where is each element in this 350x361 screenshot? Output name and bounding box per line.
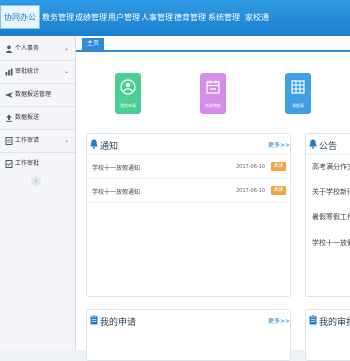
- sidebar-item-label: 审批统计: [15, 68, 40, 75]
- plane-icon: [5, 92, 13, 98]
- sidebar-item-data-report-mgmt[interactable]: 数据报送管理: [0, 84, 75, 106]
- nav-academic[interactable]: 教务管理: [42, 0, 74, 36]
- sidebar-item-label: 数据报送管理: [15, 91, 52, 98]
- notice-item-text[interactable]: 学校十一放假通知: [92, 163, 140, 172]
- clipboard-icon: [90, 315, 98, 325]
- table-icon: [291, 80, 305, 94]
- sidebar-item-work-request[interactable]: 工作审请 ⌄: [0, 130, 75, 152]
- clipboard-icon: [309, 315, 317, 325]
- my-applications-more-link[interactable]: 更多>>: [268, 316, 290, 325]
- tile-my-applications[interactable]: 我的申请: [115, 73, 141, 114]
- sidebar-item-approval-stats[interactable]: 审批统计 ⌄: [0, 61, 75, 83]
- nav-users[interactable]: 用户管理: [108, 0, 140, 36]
- divider: [87, 202, 288, 203]
- person-icon: [6, 45, 12, 53]
- person-doc-icon: [120, 79, 136, 95]
- my-approvals-title: 我的审批: [319, 318, 350, 328]
- my-applications-title: 我的申请: [100, 318, 137, 328]
- announcement-item[interactable]: 暑假寒假工作: [312, 212, 350, 222]
- tile-label: 待我审批: [205, 103, 221, 108]
- tile-timetable[interactable]: 课程表: [285, 73, 311, 114]
- tab-home[interactable]: 主页: [82, 38, 104, 50]
- sidebar-item-personal[interactable]: 个人事务 ⌄: [0, 38, 75, 60]
- tile-label: 课程表: [292, 103, 304, 108]
- notice-more-link[interactable]: 更多>>: [268, 140, 290, 149]
- announcement-title: 公告: [319, 142, 338, 152]
- notice-item-date: 2017-06-10: [236, 164, 266, 170]
- bell-icon: [90, 139, 98, 149]
- tab-strip: [76, 36, 350, 52]
- announcement-item[interactable]: 高考满分作文: [312, 162, 350, 172]
- sidebar-item-work-approval[interactable]: 工作审批: [0, 153, 75, 175]
- notice-item-date: 2017-06-10: [236, 188, 266, 194]
- sidebar-item-label: 工作审请: [15, 137, 40, 144]
- sidebar-item-label: 个人事务: [15, 45, 40, 52]
- notice-item-text[interactable]: 学校十一放假通知: [92, 187, 140, 196]
- chart-icon: [5, 68, 13, 76]
- chevron-down-icon: ⌄: [64, 137, 70, 144]
- sidebar-item-label: 数据报送: [15, 114, 40, 121]
- nav-hr[interactable]: 人事管理: [141, 0, 173, 36]
- announcement-item[interactable]: 学校十一放假: [312, 238, 350, 248]
- divider: [87, 154, 288, 155]
- calendar-icon: [206, 80, 220, 94]
- upload-icon: [6, 114, 12, 122]
- nav-home-school[interactable]: 家校通: [245, 0, 269, 36]
- unread-badge: 未读: [271, 186, 286, 195]
- nav-moral[interactable]: 德育管理: [174, 0, 206, 36]
- chevron-down-icon: ⌄: [64, 68, 70, 75]
- notice-panel: [86, 133, 291, 297]
- sidebar-item-label: 工作审批: [15, 160, 40, 167]
- divider: [306, 154, 350, 155]
- nav-system[interactable]: 系统管理: [208, 0, 240, 36]
- sidebar-item-data-report[interactable]: 数据报送: [0, 107, 75, 129]
- doc-check-icon: [5, 160, 13, 168]
- announcement-item[interactable]: 关于学校新行: [312, 187, 350, 197]
- doc-icon: [5, 137, 13, 145]
- unread-badge: 未读: [271, 162, 286, 171]
- chevron-down-icon: ⌄: [64, 45, 70, 52]
- divider: [87, 178, 288, 179]
- nav-office[interactable]: 协同办公: [0, 5, 40, 29]
- tile-label: 我的申请: [120, 103, 136, 108]
- nav-grades[interactable]: 成绩管理: [75, 0, 107, 36]
- bell-icon: [309, 139, 317, 149]
- tile-pending-approval[interactable]: 待我审批: [200, 73, 226, 114]
- sidebar-collapse-button[interactable]: ‹: [31, 176, 41, 186]
- notice-title: 通知: [100, 142, 119, 152]
